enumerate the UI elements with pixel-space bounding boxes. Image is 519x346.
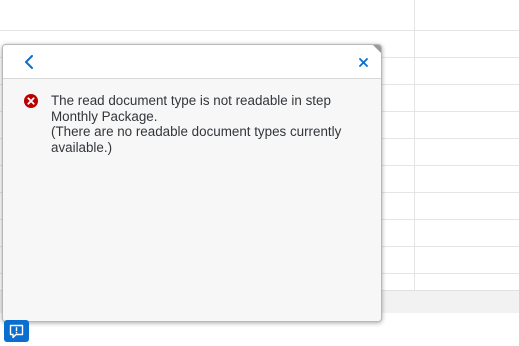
error-message-line: Monthly Package.: [51, 108, 158, 124]
error-message-line: The read document type is not readable i…: [51, 93, 331, 108]
chevron-left-icon: [25, 55, 33, 69]
error-message-line: (There are no readable document types cu…: [51, 124, 342, 140]
message-popover: The read document type is not readable i…: [2, 44, 382, 322]
table-column-divider: [414, 0, 415, 290]
back-button[interactable]: [17, 51, 41, 73]
popover-header: [3, 45, 381, 79]
error-message-line: available.): [51, 139, 113, 155]
error-icon: [24, 94, 38, 108]
message-popover-button[interactable]: [4, 320, 29, 342]
resize-grip-icon[interactable]: [373, 45, 381, 53]
message-popup-icon: [9, 324, 24, 338]
close-icon: [358, 57, 368, 67]
close-button[interactable]: [351, 51, 375, 73]
message-details: The read document type is not readable i…: [3, 79, 381, 321]
error-message: The read document type is not readable i…: [51, 93, 371, 155]
